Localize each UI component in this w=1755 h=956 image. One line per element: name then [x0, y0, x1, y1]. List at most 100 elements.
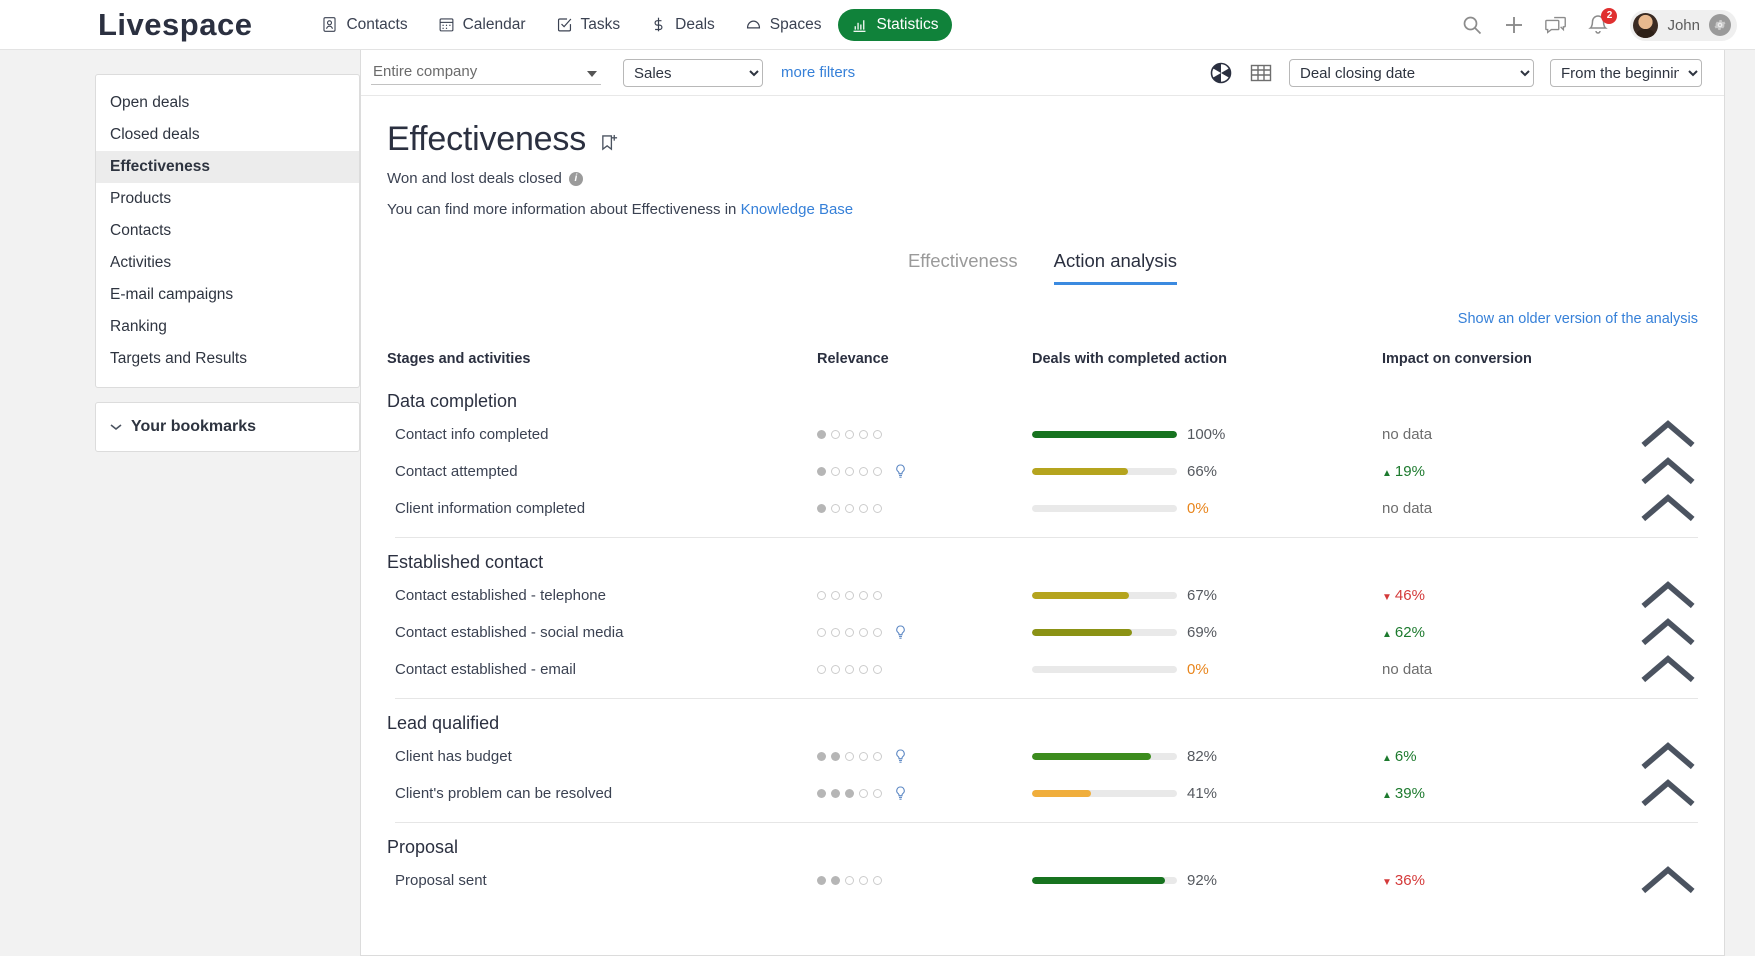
- bar-chart-icon: [851, 16, 868, 33]
- page-title: Effectiveness: [387, 120, 586, 159]
- gear-icon[interactable]: [1709, 14, 1731, 36]
- completion-progress: 92%: [1032, 872, 1382, 889]
- date-range-select[interactable]: From the beginning: [1550, 59, 1702, 87]
- relevance-rating: [817, 504, 1032, 513]
- progress-track: [1032, 592, 1177, 599]
- chevron-up-icon[interactable]: [1638, 576, 1698, 615]
- header-impact: Impact on conversion: [1382, 351, 1638, 367]
- bell-icon[interactable]: 2: [1586, 13, 1610, 37]
- lightbulb-icon[interactable]: [895, 786, 906, 801]
- sidebar-item-e-mail-campaigns[interactable]: E-mail campaigns: [96, 279, 359, 311]
- chevron-up-icon[interactable]: [1638, 489, 1698, 528]
- table-view-icon[interactable]: [1249, 61, 1273, 85]
- relevance-dot: [873, 628, 882, 637]
- plus-icon[interactable]: [1502, 13, 1526, 37]
- sidebar-item-ranking[interactable]: Ranking: [96, 311, 359, 343]
- relevance-dot: [817, 665, 826, 674]
- completion-percent: 0%: [1187, 661, 1209, 678]
- chevron-up-icon[interactable]: [1638, 613, 1698, 652]
- username-label: John: [1667, 17, 1700, 34]
- sidebar-item-products[interactable]: Products: [96, 183, 359, 215]
- older-version-link[interactable]: Show an older version of the analysis: [387, 311, 1698, 327]
- sidebar-bookmarks[interactable]: Your bookmarks: [95, 402, 360, 452]
- progress-fill: [1032, 790, 1091, 797]
- user-menu[interactable]: John: [1630, 10, 1737, 41]
- scope-select[interactable]: Entire company: [371, 60, 601, 85]
- impact-value: ▼36%: [1382, 872, 1425, 889]
- knowledge-base-line: You can find more information about Effe…: [387, 201, 1698, 218]
- completion-progress: 69%: [1032, 624, 1382, 641]
- relevance-dot: [859, 876, 868, 885]
- relevance-dot: [873, 752, 882, 761]
- completion-percent: 100%: [1187, 426, 1225, 443]
- nav-item-calendar[interactable]: Calendar: [425, 9, 539, 41]
- chevron-up-icon[interactable]: [1638, 774, 1698, 813]
- sidebar-item-contacts[interactable]: Contacts: [96, 215, 359, 247]
- sidebar-item-closed-deals[interactable]: Closed deals: [96, 119, 359, 151]
- table-row[interactable]: Contact attempted66%▲19%: [387, 453, 1698, 490]
- chat-icon[interactable]: [1544, 13, 1568, 37]
- date-field-select[interactable]: Deal closing date: [1289, 59, 1534, 87]
- knowledge-base-link[interactable]: Knowledge Base: [741, 201, 854, 218]
- table-row[interactable]: Contact info completed100%no data: [387, 416, 1698, 453]
- table-row[interactable]: Contact established - social media69%▲62…: [387, 614, 1698, 651]
- nav-item-statistics[interactable]: Statistics: [838, 9, 951, 41]
- pipeline-select[interactable]: Sales: [623, 59, 763, 87]
- more-filters-link[interactable]: more filters: [781, 64, 855, 81]
- content-area: Effectiveness Won and lost deals closed …: [361, 96, 1724, 899]
- activity-name: Contact established - social media: [387, 624, 817, 641]
- tab-action-analysis[interactable]: Action analysis: [1054, 250, 1177, 285]
- chevron-up-icon[interactable]: [1638, 452, 1698, 491]
- info-icon[interactable]: i: [569, 172, 583, 186]
- sidebar-item-open-deals[interactable]: Open deals: [96, 87, 359, 119]
- table-row[interactable]: Client has budget82%▲6%: [387, 738, 1698, 775]
- app-logo[interactable]: Livespace: [98, 7, 252, 43]
- add-bookmark-icon[interactable]: [600, 133, 619, 154]
- notification-badge: 2: [1601, 8, 1617, 24]
- table-row[interactable]: Client's problem can be resolved41%▲39%: [387, 775, 1698, 812]
- table-row[interactable]: Client information completed0%no data: [387, 490, 1698, 527]
- nav-item-deals[interactable]: Deals: [637, 9, 728, 41]
- header-relevance: Relevance: [817, 351, 1032, 367]
- relevance-dot: [859, 430, 868, 439]
- table-row[interactable]: Proposal sent92%▼36%: [387, 862, 1698, 899]
- chevron-up-icon[interactable]: [1638, 737, 1698, 776]
- relevance-dot: [873, 876, 882, 885]
- sidebar-item-targets-and-results[interactable]: Targets and Results: [96, 343, 359, 375]
- lightbulb-icon[interactable]: [895, 749, 906, 764]
- search-icon[interactable]: [1460, 13, 1484, 37]
- chevron-up-icon[interactable]: [1638, 415, 1698, 454]
- relevance-dot: [817, 789, 826, 798]
- nav-item-spaces[interactable]: Spaces: [732, 9, 835, 41]
- nav-item-contacts[interactable]: Contacts: [308, 9, 420, 41]
- lightbulb-icon[interactable]: [895, 464, 906, 479]
- lightbulb-icon[interactable]: [895, 625, 906, 640]
- table-body: Data completionContact info completed100…: [387, 377, 1698, 899]
- relevance-dot: [873, 789, 882, 798]
- chevron-up-icon[interactable]: [1638, 861, 1698, 900]
- filter-bar-right: Deal closing date From the beginning: [1209, 59, 1702, 87]
- contact-card-icon: [321, 16, 338, 33]
- table-row[interactable]: Contact established - telephone67%▼46%: [387, 577, 1698, 614]
- sidebar-item-effectiveness[interactable]: Effectiveness: [96, 151, 359, 183]
- relevance-dot: [845, 467, 854, 476]
- relevance-dot: [859, 789, 868, 798]
- triangle-down-icon: ▼: [1382, 877, 1392, 888]
- tab-effectiveness[interactable]: Effectiveness: [908, 250, 1018, 285]
- tab-bar: Effectiveness Action analysis: [387, 250, 1698, 285]
- progress-track: [1032, 790, 1177, 797]
- table-row[interactable]: Contact established - email0%no data: [387, 651, 1698, 688]
- chevron-down-icon: [110, 423, 122, 431]
- group-title: Proposal: [387, 823, 1698, 862]
- nav-item-label: Spaces: [770, 16, 822, 34]
- triangle-down-icon: ▼: [1382, 592, 1392, 603]
- pie-chart-view-icon[interactable]: [1209, 61, 1233, 85]
- caret-down-icon: [587, 71, 597, 77]
- impact-value: no data: [1382, 500, 1432, 517]
- chevron-up-icon[interactable]: [1638, 650, 1698, 689]
- activity-name: Contact attempted: [387, 463, 817, 480]
- progress-fill: [1032, 877, 1165, 884]
- nav-item-tasks[interactable]: Tasks: [543, 9, 634, 41]
- sidebar-item-activities[interactable]: Activities: [96, 247, 359, 279]
- relevance-dot: [859, 504, 868, 513]
